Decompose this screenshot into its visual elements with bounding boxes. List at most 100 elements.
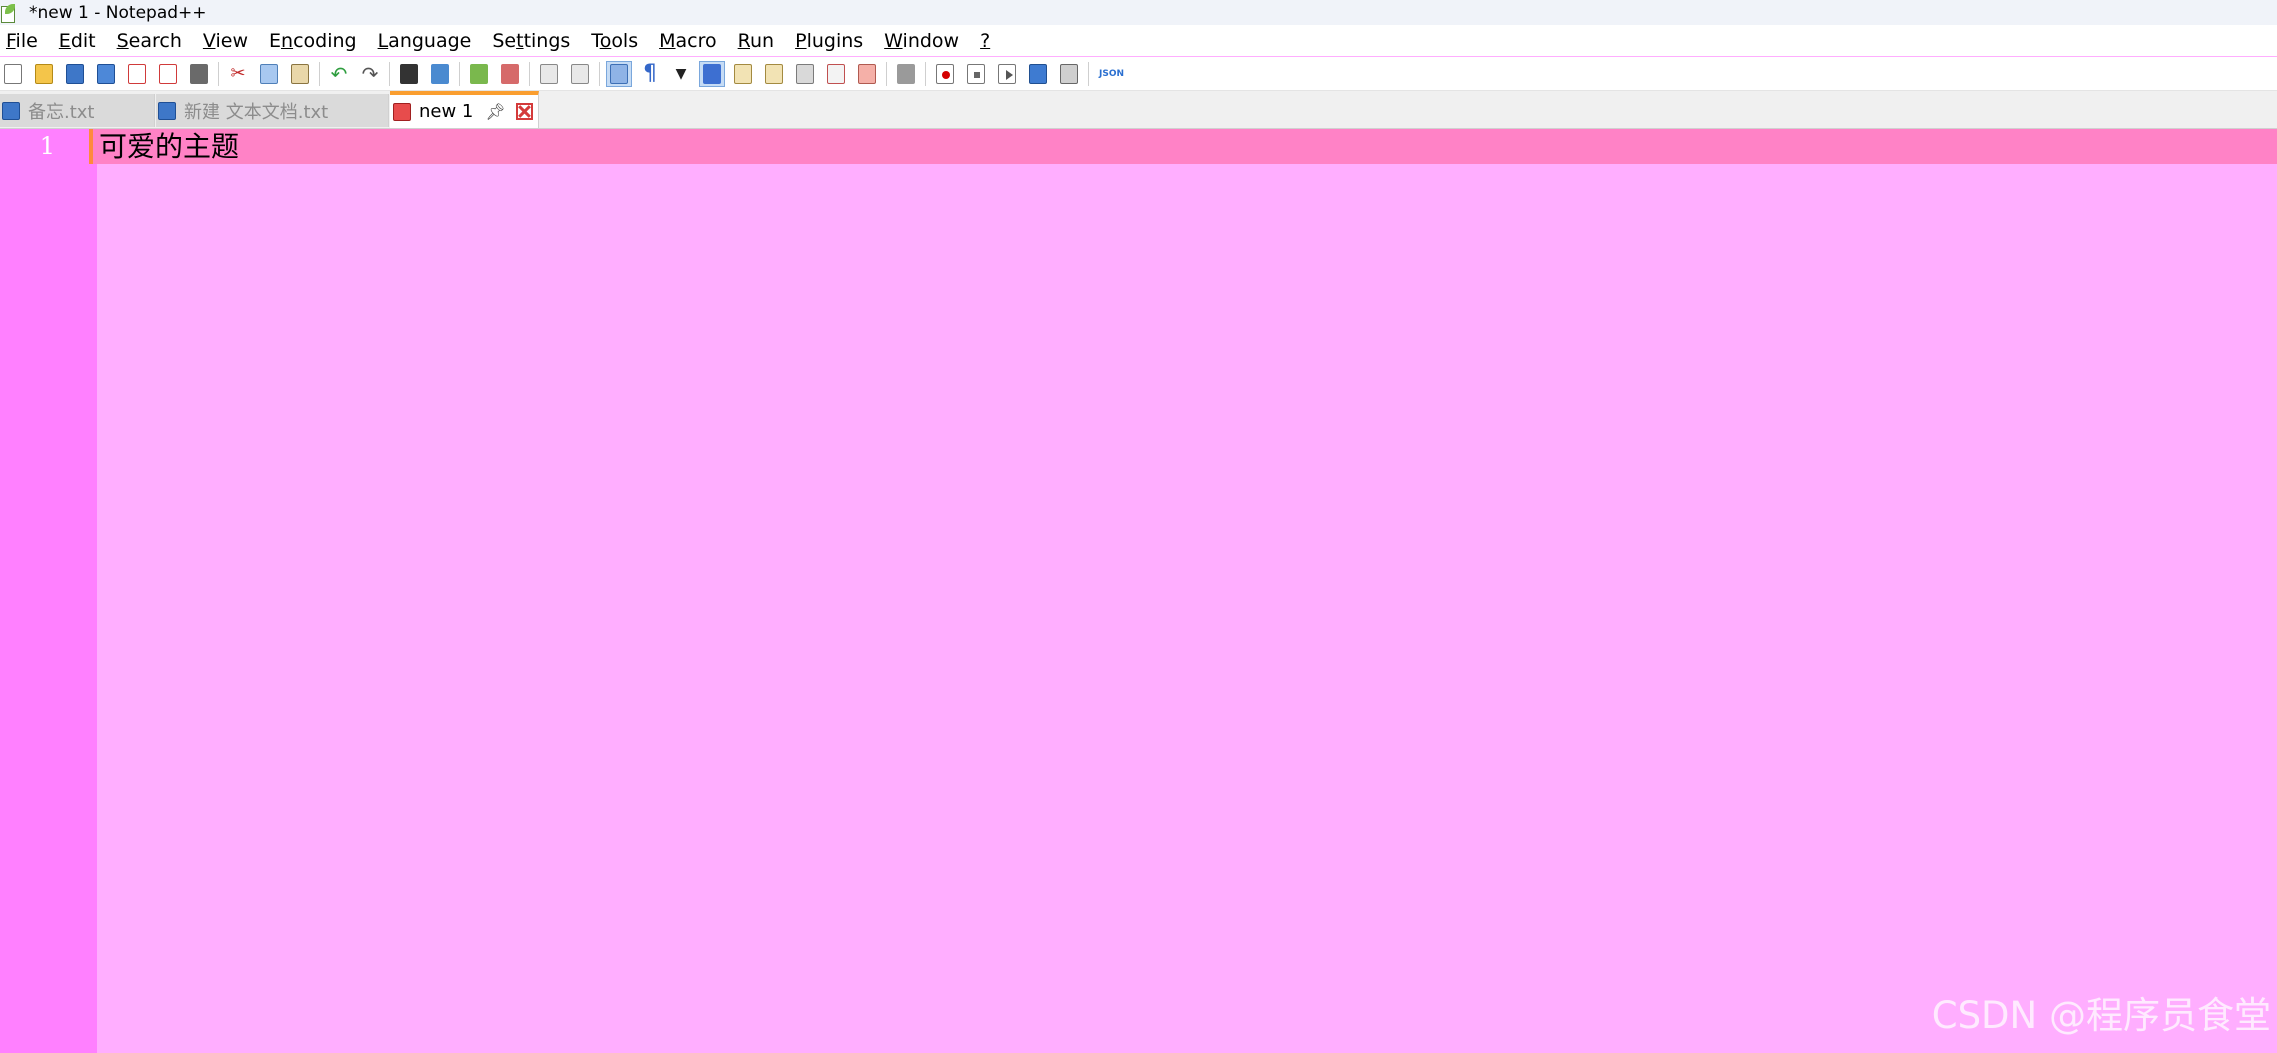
user-defined-language-button[interactable] xyxy=(730,61,756,87)
binoculars-icon xyxy=(400,63,418,84)
menu-language[interactable]: Language xyxy=(378,30,472,52)
sync-horizontal-button[interactable] xyxy=(567,61,593,87)
zoom-in-button[interactable] xyxy=(466,61,492,87)
change-marker xyxy=(89,129,93,164)
show-symbol-dropdown[interactable]: ▼ xyxy=(668,61,694,87)
play-icon xyxy=(998,63,1016,84)
new-file-icon xyxy=(4,63,22,84)
open-folder-icon xyxy=(35,63,53,84)
toolbar-separator xyxy=(529,61,530,86)
tab-label: 新建 文本文档.txt xyxy=(184,101,329,123)
json-viewer-button[interactable]: JSON xyxy=(1095,61,1125,87)
menu-bar: File Edit Search View Encoding Language … xyxy=(0,25,2277,56)
copy-icon xyxy=(260,63,278,84)
cut-button[interactable]: ✂ xyxy=(225,61,251,87)
menu-tools[interactable]: Tools xyxy=(591,30,638,52)
udl-icon xyxy=(734,63,752,84)
show-all-characters-button[interactable]: ¶ xyxy=(637,61,663,87)
toolbar-separator xyxy=(459,61,460,86)
line-number-gutter: 1 xyxy=(0,129,97,1053)
menu-edit[interactable]: Edit xyxy=(59,30,96,52)
save-all-button[interactable] xyxy=(93,61,119,87)
document-list-button[interactable] xyxy=(792,61,818,87)
copy-button[interactable] xyxy=(256,61,282,87)
tab-new-1[interactable]: new 1 📌︎ xyxy=(390,91,539,128)
close-all-icon xyxy=(159,63,177,84)
indent-guide-button[interactable] xyxy=(699,60,725,87)
toolbar-separator xyxy=(319,61,320,86)
indent-guide-icon xyxy=(703,63,721,84)
menu-macro[interactable]: Macro xyxy=(659,30,717,52)
open-file-button[interactable] xyxy=(31,61,57,87)
menu-search[interactable]: Search xyxy=(117,30,182,52)
tab-memo[interactable]: 备忘.txt xyxy=(0,94,155,127)
replace-button[interactable] xyxy=(427,61,453,87)
zoom-out-icon xyxy=(501,63,519,84)
find-button[interactable] xyxy=(396,61,422,87)
scissors-icon: ✂ xyxy=(230,62,246,84)
line-number: 1 xyxy=(39,132,55,160)
json-icon: JSON xyxy=(1099,68,1125,79)
tab-new-text-document[interactable]: 新建 文本文档.txt xyxy=(156,94,389,127)
toolbar: ✂ ↶ ↷ ¶ ▼ JSON xyxy=(0,57,2277,91)
redo-button[interactable]: ↷ xyxy=(357,61,383,87)
document-map-button[interactable] xyxy=(761,61,787,87)
folder-as-workspace-button[interactable] xyxy=(854,61,880,87)
tab-label: 备忘.txt xyxy=(28,101,95,123)
notepadpp-icon xyxy=(1,3,17,23)
stop-recording-button[interactable] xyxy=(963,61,989,87)
save-icon xyxy=(66,63,84,84)
toolbar-separator xyxy=(1088,61,1089,86)
print-button[interactable] xyxy=(186,61,212,87)
zoom-in-icon xyxy=(470,63,488,84)
paste-button[interactable] xyxy=(287,61,313,87)
current-line-highlight xyxy=(89,129,2277,164)
menu-run[interactable]: Run xyxy=(738,30,774,52)
close-file-button[interactable] xyxy=(124,61,150,87)
record-macro-button[interactable] xyxy=(932,61,958,87)
monitoring-icon xyxy=(897,63,915,84)
saved-file-icon xyxy=(158,101,176,120)
run-macro-multiple-button[interactable] xyxy=(1025,61,1051,87)
function-list-button[interactable] xyxy=(823,61,849,87)
document-list-icon xyxy=(796,63,814,84)
save-all-icon xyxy=(97,63,115,84)
close-all-button[interactable] xyxy=(155,61,181,87)
zoom-out-button[interactable] xyxy=(497,61,523,87)
monitoring-button[interactable] xyxy=(893,61,919,87)
close-file-icon xyxy=(128,63,146,84)
chevron-down-icon: ▼ xyxy=(675,65,687,82)
saved-file-icon xyxy=(2,101,20,120)
editor-area[interactable]: 1 可爱的主题 xyxy=(0,129,2277,1053)
fast-forward-icon xyxy=(1029,63,1047,84)
menu-settings[interactable]: Settings xyxy=(492,30,570,52)
menu-help[interactable]: ? xyxy=(980,30,990,52)
menu-file[interactable]: File xyxy=(6,30,38,52)
menu-window[interactable]: Window xyxy=(884,30,959,52)
sync-horizontal-icon xyxy=(571,63,589,84)
sync-vertical-button[interactable] xyxy=(536,61,562,87)
record-icon xyxy=(936,63,954,84)
toolbar-separator xyxy=(886,61,887,86)
pin-icon[interactable]: 📌︎ xyxy=(485,102,505,121)
function-list-icon xyxy=(827,63,845,84)
editor-line-text[interactable]: 可爱的主题 xyxy=(99,129,239,164)
close-icon[interactable] xyxy=(515,103,533,120)
save-macro-button[interactable] xyxy=(1056,61,1082,87)
redo-icon: ↷ xyxy=(361,61,379,86)
menu-plugins[interactable]: Plugins xyxy=(795,30,863,52)
word-wrap-button[interactable] xyxy=(606,60,632,87)
menu-view[interactable]: View xyxy=(203,30,248,52)
replace-icon xyxy=(431,63,449,84)
undo-button[interactable]: ↶ xyxy=(326,61,352,87)
toolbar-separator xyxy=(218,61,219,86)
document-map-icon xyxy=(765,63,783,84)
new-file-button[interactable] xyxy=(0,61,26,87)
watermark: CSDN @程序员食堂 xyxy=(1931,994,2271,1037)
stop-icon xyxy=(967,63,985,84)
tab-bar: 备忘.txt 新建 文本文档.txt new 1 📌︎ xyxy=(0,91,2277,129)
playback-macro-button[interactable] xyxy=(994,61,1020,87)
save-button[interactable] xyxy=(62,61,88,87)
toolbar-separator xyxy=(389,61,390,86)
menu-encoding[interactable]: Encoding xyxy=(269,30,357,52)
